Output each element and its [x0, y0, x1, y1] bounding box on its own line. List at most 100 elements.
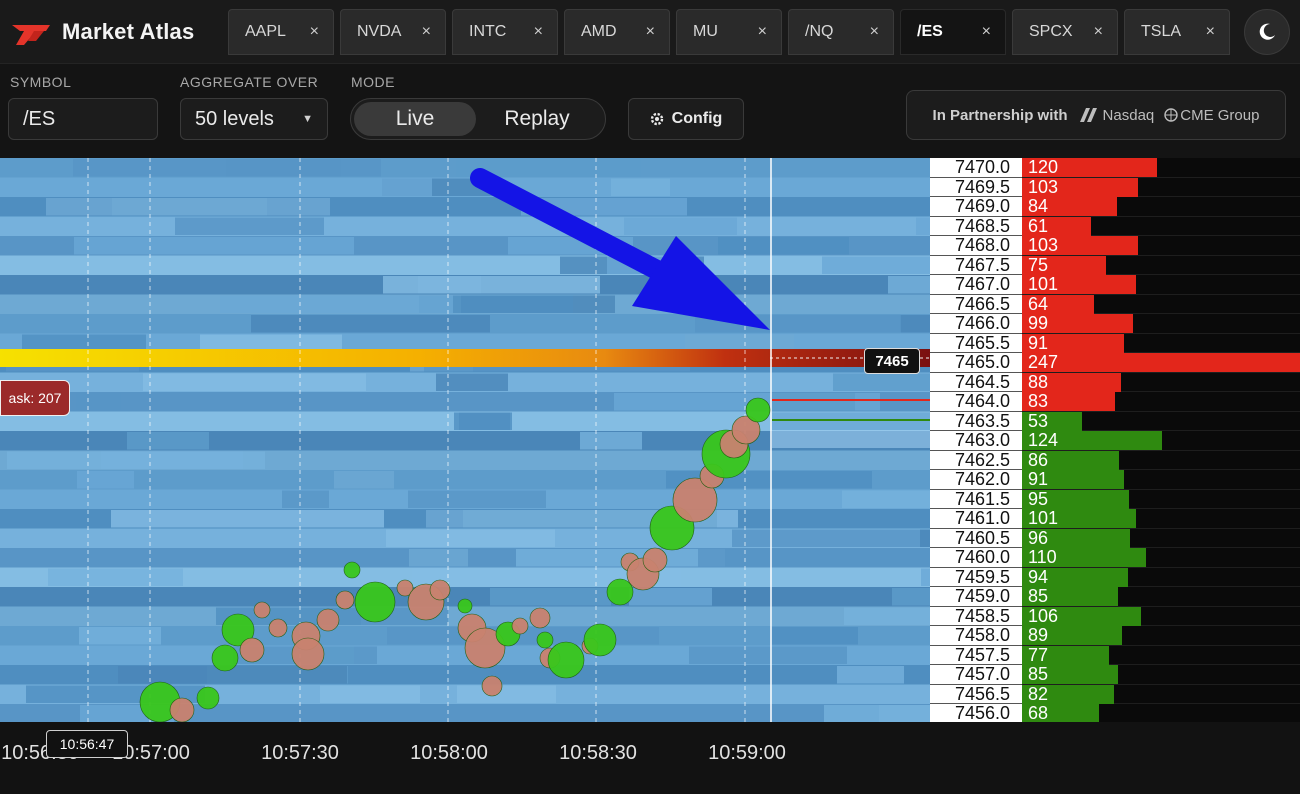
sell-trade-bubble — [511, 617, 529, 635]
bid-level-row[interactable]: 7460.5 96 — [930, 528, 1300, 548]
tab-nq[interactable]: /NQ × — [788, 9, 894, 55]
ask-level-row[interactable]: 7464.5 88 — [930, 371, 1300, 392]
close-icon[interactable]: × — [1094, 23, 1103, 41]
heatmap-segment — [436, 373, 508, 391]
buy-trade-bubble — [547, 641, 585, 679]
chevron-down-icon: ▼ — [302, 113, 313, 125]
tab-aapl[interactable]: AAPL × — [228, 9, 334, 55]
heatmap-segment — [580, 432, 642, 450]
bid-level-row[interactable]: 7460.0 110 — [930, 547, 1300, 568]
bid-level-row[interactable]: 7459.0 85 — [930, 586, 1300, 607]
bid-level-row[interactable]: 7456.5 82 — [930, 684, 1300, 704]
tab-nvda[interactable]: NVDA × — [340, 9, 446, 55]
aggregate-select[interactable]: 50 levels ▼ — [180, 98, 328, 140]
level-price: 7464.0 — [930, 391, 1022, 412]
close-icon[interactable]: × — [758, 23, 767, 41]
buy-trade-bubble — [196, 686, 220, 710]
heatmap-segment — [718, 237, 849, 255]
heatmap-segment — [383, 276, 600, 294]
aggregate-value: 50 levels — [195, 107, 274, 130]
sell-trade-bubble — [253, 601, 271, 619]
level-price: 7461.5 — [930, 489, 1022, 509]
heatmap-segment — [73, 159, 341, 177]
tab-tsla[interactable]: TSLA × — [1124, 9, 1230, 55]
ask-level-row[interactable]: 7466.0 99 — [930, 313, 1300, 334]
sell-trade-bubble — [316, 608, 340, 632]
globe-icon — [1164, 108, 1178, 122]
buy-trade-bubble — [211, 644, 239, 672]
bid-liquidity-segment — [772, 430, 930, 448]
mode-replay-option[interactable]: Replay — [476, 102, 598, 136]
tab-intc[interactable]: INTC × — [452, 9, 558, 55]
bid-level-row[interactable]: 7461.5 95 — [930, 489, 1300, 509]
bid-level-row[interactable]: 7456.0 68 — [930, 703, 1300, 724]
mode-toggle: Live Replay — [350, 98, 606, 140]
level-price: 7468.5 — [930, 216, 1022, 236]
ask-level-row[interactable]: 7469.0 84 — [930, 196, 1300, 217]
heatmap-segment — [892, 588, 930, 606]
level-price: 7460.0 — [930, 547, 1022, 568]
heatmap-segment — [772, 627, 858, 645]
close-icon[interactable]: × — [1206, 23, 1215, 41]
ask-level-row[interactable]: 7467.0 101 — [930, 274, 1300, 295]
close-icon[interactable]: × — [422, 23, 431, 41]
config-button[interactable]: Config — [628, 98, 744, 140]
close-icon[interactable]: × — [982, 23, 991, 41]
heatmap-segment — [76, 393, 121, 411]
bid-level-row[interactable]: 7461.0 101 — [930, 508, 1300, 529]
heatmap-segment — [732, 529, 930, 547]
level-size: 77 — [1028, 644, 1049, 665]
ask-level-row[interactable]: 7467.5 75 — [930, 255, 1300, 275]
ask-level-row[interactable]: 7470.0 120 — [930, 157, 1300, 178]
tab-spcx[interactable]: SPCX × — [1012, 9, 1118, 55]
level-price: 7456.0 — [930, 703, 1022, 724]
ask-level-row[interactable]: 7464.0 83 — [930, 391, 1300, 412]
heatmap-segment — [79, 627, 161, 645]
bid-level-row[interactable]: 7458.0 89 — [930, 625, 1300, 646]
heatmap-segment — [214, 432, 330, 450]
tab-es[interactable]: /ES × — [900, 9, 1006, 55]
bid-level-row[interactable]: 7459.5 94 — [930, 567, 1300, 587]
level-price: 7460.5 — [930, 528, 1022, 548]
close-icon[interactable]: × — [534, 23, 543, 41]
heatmap-canvas[interactable] — [0, 158, 930, 722]
level-price: 7461.0 — [930, 508, 1022, 529]
theme-toggle-button[interactable] — [1244, 9, 1290, 55]
close-icon[interactable]: × — [646, 23, 655, 41]
tab-mu[interactable]: MU × — [676, 9, 782, 55]
heatmap-segment — [409, 549, 468, 567]
ask-level-row[interactable]: 7469.5 103 — [930, 177, 1300, 197]
level-size: 88 — [1028, 371, 1049, 392]
ask-level-row[interactable]: 7468.0 103 — [930, 235, 1300, 256]
brand[interactable]: Market Atlas — [10, 14, 194, 50]
bid-level-row[interactable]: 7462.0 91 — [930, 469, 1300, 490]
level-price: 7459.5 — [930, 567, 1022, 587]
bid-level-row[interactable]: 7457.0 85 — [930, 664, 1300, 685]
close-icon[interactable]: × — [870, 23, 879, 41]
bid-level-row[interactable]: 7463.0 124 — [930, 430, 1300, 451]
tab-label: INTC — [469, 23, 507, 40]
ask-level-row[interactable]: 7465.0 247 — [930, 352, 1300, 373]
tab-amd[interactable]: AMD × — [564, 9, 670, 55]
ask-level-row[interactable]: 7468.5 61 — [930, 216, 1300, 236]
bid-level-row[interactable]: 7458.5 106 — [930, 606, 1300, 626]
ask-level-row[interactable]: 7465.5 91 — [930, 333, 1300, 353]
level-price: 7458.5 — [930, 606, 1022, 626]
bid-level-row[interactable]: 7457.5 77 — [930, 644, 1300, 665]
mode-live-option[interactable]: Live — [354, 102, 476, 136]
price-marker-label: 7465 — [864, 348, 920, 374]
ask-level-row[interactable]: 7466.5 64 — [930, 294, 1300, 314]
symbol-label: SYMBOL — [10, 74, 72, 90]
heatmap-chart[interactable]: 7465 ask: 207 — [0, 158, 930, 722]
bid-level-row[interactable]: 7462.5 86 — [930, 450, 1300, 470]
symbol-input[interactable] — [8, 98, 158, 140]
tab-label: NVDA — [357, 23, 402, 40]
close-icon[interactable]: × — [310, 23, 319, 41]
bid-level-row[interactable]: 7463.5 53 — [930, 411, 1300, 431]
heatmap-segment — [220, 295, 453, 313]
level-price: 7465.5 — [930, 333, 1022, 353]
buy-trade-bubble — [536, 631, 554, 649]
heatmap-segment — [77, 471, 134, 489]
heatmap-segment — [48, 568, 183, 586]
sell-trade-bubble — [529, 607, 551, 629]
